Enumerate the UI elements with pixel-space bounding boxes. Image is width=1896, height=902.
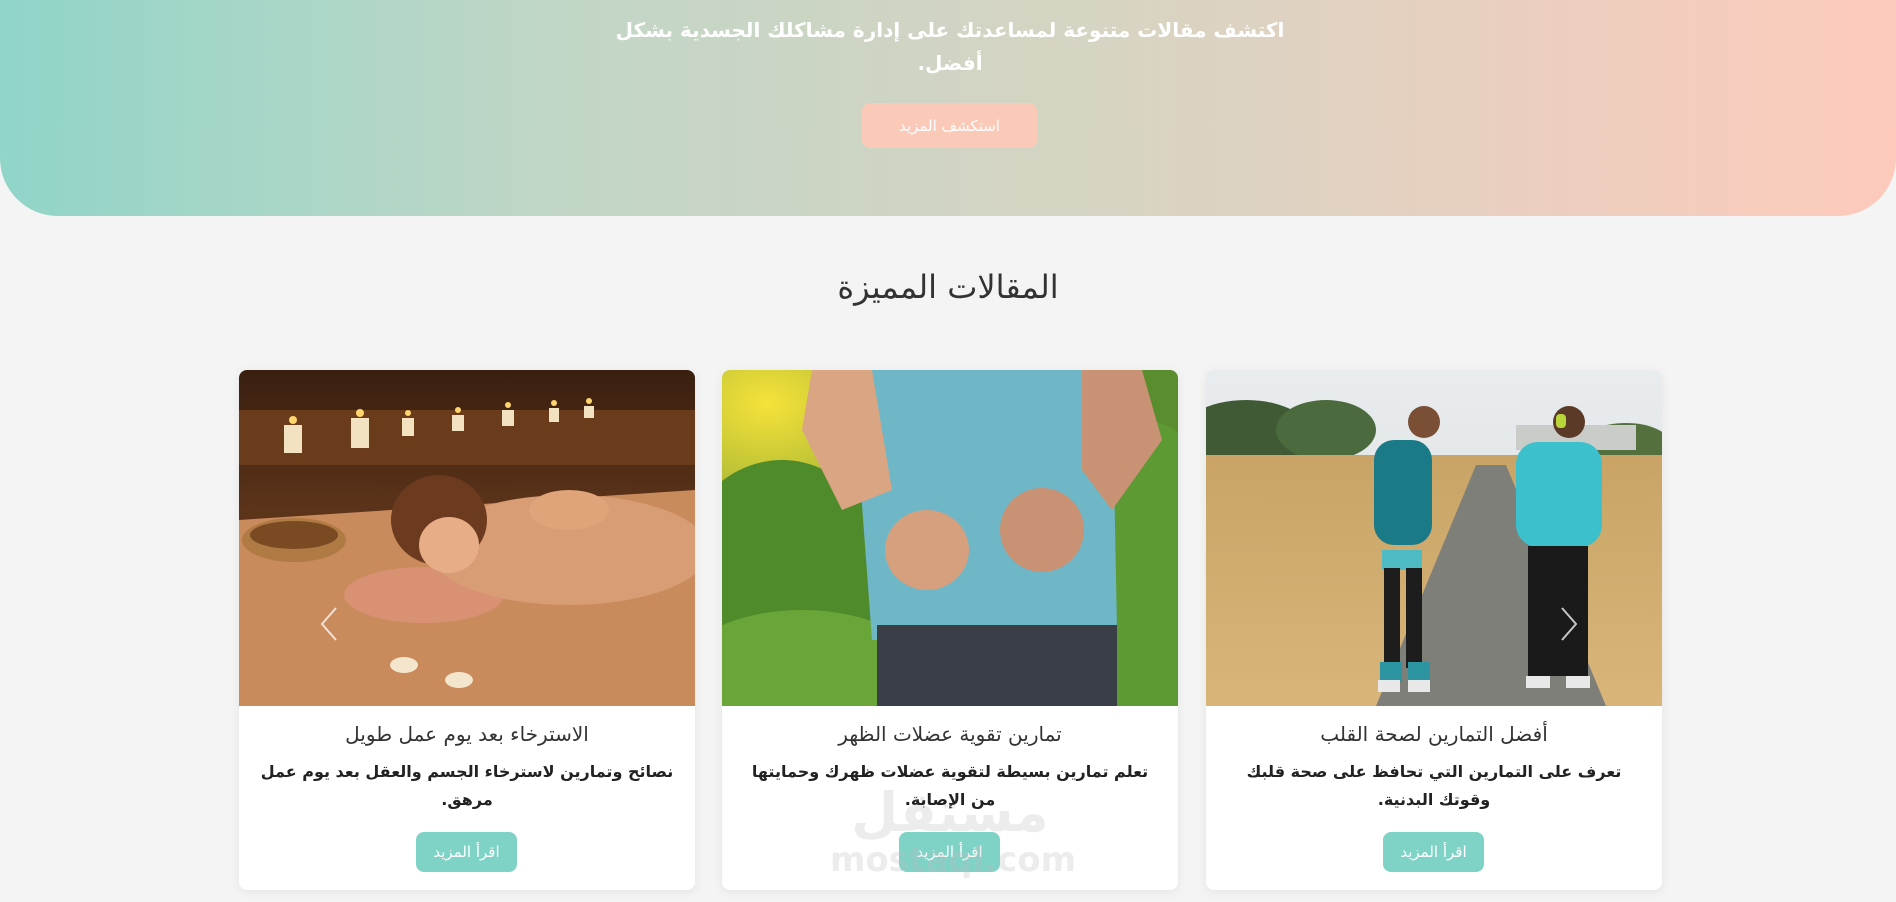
card-description: نصائح وتمارين لاسترخاء الجسم والعقل بعد …: [260, 762, 674, 809]
article-card-heart: أفضل التمارين لصحة القلب تعرف على التمار…: [1206, 370, 1662, 890]
section-title: المقالات المميزة: [837, 268, 1059, 306]
hero-description: اكتشف مقالات متنوعة لمساعدتك على إدارة م…: [615, 18, 1285, 75]
article-card-relax: الاسترخاء بعد يوم عمل طويل نصائح وتمارين…: [239, 370, 695, 890]
card-title: تمارين تقوية عضلات الظهر: [838, 722, 1062, 746]
card-description: تعرف على التمارين التي تحافظ على صحة قلب…: [1246, 762, 1622, 809]
chevron-left-icon[interactable]: [318, 604, 342, 644]
article-card-back: تمارين تقوية عضلات الظهر تعلم تمارين بسي…: [722, 370, 1178, 890]
read-more-button[interactable]: اقرأ المزيد: [899, 832, 1000, 872]
card-title: أفضل التمارين لصحة القلب: [1320, 722, 1548, 746]
card-title: الاسترخاء بعد يوم عمل طويل: [345, 722, 589, 746]
card-description: تعلم تمارين بسيطة لتقوية عضلات ظهرك وحما…: [751, 762, 1149, 809]
card-image-massage: [239, 370, 695, 706]
explore-more-button[interactable]: استكشف المزيد: [862, 103, 1037, 148]
chevron-right-icon[interactable]: [1556, 604, 1580, 644]
read-more-button[interactable]: اقرأ المزيد: [416, 832, 517, 872]
card-image-back-pain: [722, 370, 1178, 706]
read-more-button[interactable]: اقرأ المزيد: [1383, 832, 1484, 872]
card-image-heart-exercise: [1206, 370, 1662, 706]
